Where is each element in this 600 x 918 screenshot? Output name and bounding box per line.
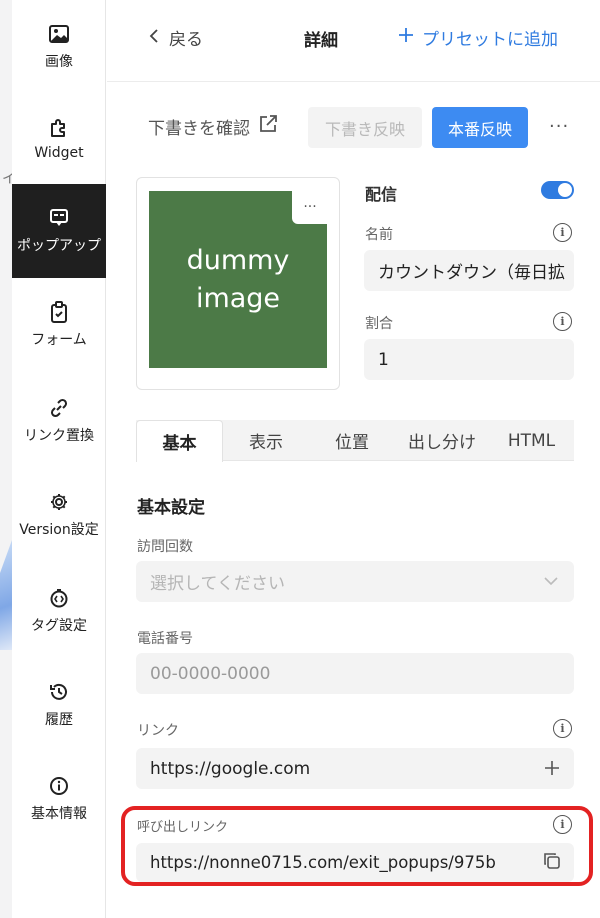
sidebar-item-label: ポップアップ	[17, 238, 101, 254]
add-preset-button[interactable]: プリセットに追加	[398, 25, 558, 50]
image-more-icon[interactable]: ···	[292, 190, 328, 224]
gear-icon	[48, 491, 70, 513]
sidebar-item-label: 基本情報	[31, 806, 87, 822]
link-value: https://google.com	[150, 758, 311, 779]
info-icon	[48, 775, 70, 797]
ratio-value: 1	[378, 349, 389, 370]
section-title: 基本設定	[137, 498, 205, 518]
background-wedge	[0, 540, 12, 650]
back-label: 戻る	[169, 30, 203, 50]
history-icon	[48, 681, 70, 703]
name-field[interactable]: カウントダウン（毎日拡	[364, 250, 574, 291]
phone-label: 電話番号	[137, 631, 193, 647]
sidebar-item-basic-info[interactable]: 基本情報	[12, 752, 106, 846]
visits-label: 訪問回数	[137, 539, 193, 555]
sidebar-item-label: リンク置換	[24, 428, 94, 444]
link-label: リンク	[137, 723, 179, 739]
check-draft-link[interactable]: 下書きを確認	[148, 114, 278, 139]
sidebar-item-label: 履歴	[45, 712, 73, 728]
phone-input[interactable]: 00-0000-0000	[136, 653, 574, 694]
sidebar-item-label: Version設定	[19, 522, 99, 538]
info-icon[interactable]: i	[553, 719, 572, 738]
sidebar-item-label: 画像	[45, 54, 73, 70]
tab-display[interactable]: 表示	[223, 420, 309, 461]
sidebar-item-label: Widget	[34, 145, 84, 161]
sidebar: 画像 Widget ポップアップ フォーム リンク置換 Version設定 タグ…	[12, 0, 106, 918]
image-icon	[48, 23, 70, 45]
clipboard-icon	[48, 301, 70, 323]
popup-icon	[48, 207, 70, 229]
popup-image-card[interactable]: dummy image ···	[136, 177, 340, 390]
page-title: 詳細	[304, 31, 338, 51]
sidebar-item-label: フォーム	[31, 332, 87, 348]
detail-tabs: 基本 表示 位置 出し分け HTML	[136, 420, 574, 462]
tab-html[interactable]: HTML	[489, 420, 574, 461]
sidebar-item-popup[interactable]: ポップアップ	[12, 184, 106, 278]
sidebar-item-label: タグ設定	[31, 618, 87, 634]
info-icon[interactable]: i	[553, 312, 572, 331]
apply-production-button[interactable]: 本番反映	[432, 107, 528, 148]
highlight-box	[121, 806, 593, 886]
apply-draft-button[interactable]: 下書き反映	[308, 107, 422, 148]
sidebar-item-widget[interactable]: Widget	[12, 92, 106, 186]
sidebar-item-tag[interactable]: タグ設定	[12, 564, 106, 658]
delivery-toggle[interactable]	[541, 181, 574, 199]
add-preset-label: プリセットに追加	[422, 30, 558, 50]
sidebar-item-form[interactable]: フォーム	[12, 278, 106, 372]
back-button[interactable]: 戻る	[149, 25, 203, 50]
ratio-field[interactable]: 1	[364, 339, 574, 380]
tag-code-icon	[48, 587, 70, 609]
ratio-label: 割合	[365, 316, 393, 332]
detail-header: 戻る 詳細 プリセットに追加	[107, 0, 600, 82]
delivery-label: 配信	[365, 185, 398, 204]
chevron-left-icon	[149, 28, 159, 48]
chevron-down-icon	[544, 574, 558, 590]
sidebar-item-link-replace[interactable]: リンク置換	[12, 374, 106, 468]
phone-placeholder: 00-0000-0000	[150, 663, 271, 684]
tab-basic[interactable]: 基本	[136, 420, 223, 462]
plus-icon[interactable]	[544, 756, 560, 782]
more-options-icon[interactable]: ···	[549, 116, 569, 137]
tab-segmentation[interactable]: 出し分け	[395, 420, 489, 461]
link-icon	[48, 397, 70, 419]
link-input[interactable]: https://google.com	[136, 748, 574, 789]
dummy-image-text-line2: image	[195, 282, 281, 314]
visits-placeholder: 選択してください	[150, 574, 285, 594]
tab-position[interactable]: 位置	[309, 420, 395, 461]
check-draft-label: 下書きを確認	[148, 119, 250, 139]
sidebar-item-version[interactable]: Version設定	[12, 468, 106, 562]
name-value: カウントダウン（毎日拡	[378, 263, 565, 283]
name-label: 名前	[365, 227, 393, 243]
external-link-icon	[258, 114, 278, 139]
sidebar-item-image[interactable]: 画像	[12, 0, 106, 94]
sidebar-item-history[interactable]: 履歴	[12, 658, 106, 752]
background-strip: イ	[0, 0, 16, 918]
visits-select[interactable]: 選択してください	[136, 561, 574, 602]
dummy-image-text-line1: dummy	[186, 244, 290, 276]
puzzle-icon	[48, 117, 70, 139]
info-icon[interactable]: i	[553, 223, 572, 242]
plus-icon	[398, 27, 414, 48]
